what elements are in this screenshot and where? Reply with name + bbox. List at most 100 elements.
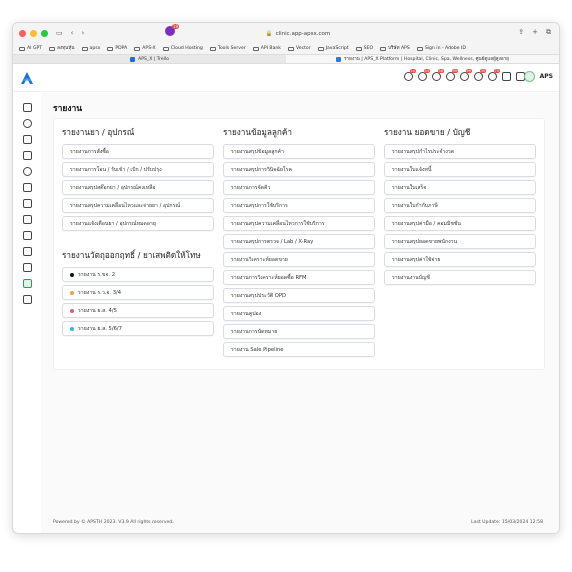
tabs-overview-icon[interactable]: ⧉	[546, 28, 551, 37]
folder-icon	[162, 46, 169, 51]
header-notification-icon[interactable]: 35	[474, 69, 486, 81]
sales-report-button[interactable]: รายงานสรุปยอดขายพนักงาน	[384, 234, 536, 249]
bookmark-item[interactable]: บริษัท APS	[380, 45, 410, 52]
header-notification-icon[interactable]: 43	[418, 69, 430, 81]
bookmark-item[interactable]: PDPA	[107, 46, 127, 51]
forward-arrow-icon[interactable]: ›	[81, 29, 84, 37]
tab-reports[interactable]: รายงาน | APS_X Platform | Hospital, Clin…	[286, 55, 559, 63]
folder-icon	[287, 46, 294, 51]
username[interactable]: APS	[540, 73, 553, 80]
sales-report-button[interactable]: รายงานสรุปกำไรประจำงวด	[384, 144, 536, 159]
dashboard-icon[interactable]	[22, 103, 32, 112]
header-notification-icon[interactable]: 70	[488, 69, 500, 81]
lock-icon: 🔒	[265, 30, 273, 37]
bookmark-item[interactable]: apsx	[81, 46, 100, 51]
customers-report-button[interactable]: รายงานการวิเคราะห์ยอดซื้อ RFM	[223, 270, 375, 285]
products-report-button[interactable]: รายงานแจ้งเตือนยา / อุปกรณ์หมดอายุ	[62, 216, 214, 231]
products-report-button[interactable]: รายงานการโอน / รับเข้า / เบิก / ปรับปรุง	[62, 162, 214, 177]
close-window-button[interactable]	[19, 29, 26, 37]
printer-icon[interactable]	[22, 295, 32, 304]
bookmark-item[interactable]: APS-X	[134, 46, 156, 51]
extension-badge: 19	[171, 24, 179, 29]
aps-logo-icon	[21, 71, 33, 84]
narcotics-report-button[interactable]: รายงาน ย.ส. 4/5	[62, 303, 214, 318]
customers-report-button[interactable]: รายงานการจัดคิว	[223, 180, 375, 195]
maximize-window-button[interactable]	[41, 29, 48, 37]
customers-report-button[interactable]: รายงานวิเคราะห์ยอดขาย	[223, 252, 375, 267]
star-icon[interactable]	[22, 231, 32, 240]
report-button-label: รายงานสรุปสต๊อกยา / อุปกรณ์คงเหลือ	[70, 184, 156, 191]
bookmark-item[interactable]: ลงทุนหุ้น	[49, 45, 75, 52]
document-icon[interactable]	[22, 135, 32, 144]
sidebar-toggle-icon[interactable]: ▭	[56, 29, 63, 37]
header-notification-icon[interactable]: 99	[446, 69, 458, 81]
sales-report-button[interactable]: รายงานใบเสร็จ	[384, 180, 536, 195]
home-icon[interactable]	[502, 72, 511, 81]
customers-report-button[interactable]: รายงานสรุปความเคลื่อนไหวการใช้บริการ	[223, 216, 375, 231]
sales-report-button[interactable]: รายงานใบแจ้งหนี้	[384, 162, 536, 177]
products-report-list: รายงานการสั่งซื้อรายงานการโอน / รับเข้า …	[62, 144, 214, 231]
customers-report-button[interactable]: รายงานสรุปข้อมูลลูกค้า	[223, 144, 375, 159]
tab-label: รายงาน | APS_X Platform | Hospital, Clin…	[344, 56, 509, 62]
tab-trello[interactable]: APS_X | Trello	[13, 55, 286, 63]
clock-icon[interactable]	[22, 167, 32, 176]
address-bar[interactable]: 🔒 clinic.app-apsx.com	[203, 28, 393, 39]
customers-report-button[interactable]: รายงานสรุปประวัติ OPD	[223, 288, 375, 303]
products-report-button[interactable]: รายงานสรุปความเคลื่อนไหวและจ่ายยา / อุปก…	[62, 198, 214, 213]
customers-report-button[interactable]: รายงานคูปอง	[223, 306, 375, 321]
bookmark-label: Tools Server	[217, 46, 246, 51]
share-icon[interactable]: ⇪	[518, 28, 524, 37]
bookmark-item[interactable]: AI GPT	[19, 46, 42, 51]
report-button-label: รายงานการโอน / รับเข้า / เบิก / ปรับปรุง	[70, 166, 162, 173]
header-notification-icon[interactable]: 99	[460, 69, 472, 81]
aps-logo[interactable]	[19, 70, 35, 86]
folder-icon[interactable]	[22, 263, 32, 272]
avatar[interactable]	[524, 71, 535, 82]
narcotics-report-button[interactable]: รายงาน ร.ว.จ. 3/4	[62, 285, 214, 300]
bookmark-label: PDPA	[115, 46, 128, 51]
bookmark-item[interactable]: Tools Server	[209, 46, 246, 51]
calendar-icon[interactable]	[22, 151, 32, 160]
extension-icon[interactable]: 19	[165, 24, 179, 36]
bullet-dot-icon	[70, 272, 74, 277]
header-notification-icon[interactable]: 10	[404, 69, 416, 81]
customers-report-button[interactable]: รายงานสรุปการใช้บริการ	[223, 198, 375, 213]
bullet-dot-icon	[70, 326, 74, 331]
customers-report-button[interactable]: รายงานสรุปการวินิจฉัยโรค	[223, 162, 375, 177]
products-report-button[interactable]: รายงานสรุปสต๊อกยา / อุปกรณ์คงเหลือ	[62, 180, 214, 195]
bookmark-item[interactable]: Vector	[287, 46, 311, 51]
folder-icon	[107, 46, 114, 51]
stack-icon[interactable]	[22, 247, 32, 256]
products-report-button[interactable]: รายงานการสั่งซื้อ	[62, 144, 214, 159]
users-icon[interactable]	[22, 119, 32, 128]
new-tab-icon[interactable]: +	[532, 28, 538, 37]
sales-report-button[interactable]: รายงานสรุปค่ามือ / คอมมิชชั่น	[384, 216, 536, 231]
report-icon[interactable]	[22, 279, 32, 288]
bookmarks-bar: AI GPT ลงทุนหุ้น apsx PDPA APS-X Cloud Hostin…	[13, 43, 559, 54]
bookmark-item[interactable]: Sign in - Adobe ID	[416, 46, 466, 51]
minimize-window-button[interactable]	[30, 29, 37, 37]
customers-report-button[interactable]: รายงาน Sale Pipeline	[223, 342, 375, 357]
customers-report-button[interactable]: รายงานสรุปการตรวจ / Lab / X-Ray	[223, 234, 375, 249]
report-button-label: รายงานการสั่งซื้อ	[70, 148, 109, 155]
bookmark-item[interactable]: JavaScript	[317, 46, 349, 51]
narcotics-report-button[interactable]: รายงาน ร.ขจ. 2	[62, 267, 214, 282]
bookmark-label: SEO	[363, 46, 374, 51]
pill-icon[interactable]	[22, 183, 32, 192]
layers-icon[interactable]	[22, 215, 32, 224]
notification-badge: 35	[479, 69, 486, 73]
header-notification-icon[interactable]: 56	[432, 69, 444, 81]
sales-report-button[interactable]: รายงานงานบัญชี	[384, 270, 536, 285]
back-arrow-icon[interactable]: ‹	[71, 29, 74, 37]
folder-icon	[355, 46, 362, 51]
notification-badge: 10	[409, 69, 416, 73]
box-icon[interactable]	[22, 199, 32, 208]
bookmark-item[interactable]: API Bank	[252, 46, 281, 51]
sales-report-button[interactable]: รายงานสรุปค่าใช้จ่าย	[384, 252, 536, 267]
sales-report-button[interactable]: รายงานใบกำกับภาษี	[384, 198, 536, 213]
report-button-label: รายงานสรุปการใช้บริการ	[231, 202, 288, 209]
bookmark-item[interactable]: SEO	[355, 46, 374, 51]
narcotics-report-button[interactable]: รายงาน ย.ส. 5/6/7	[62, 321, 214, 336]
customers-report-button[interactable]: รายงานการนัดหมาย	[223, 324, 375, 339]
bookmark-item[interactable]: Cloud Hosting	[162, 46, 203, 51]
